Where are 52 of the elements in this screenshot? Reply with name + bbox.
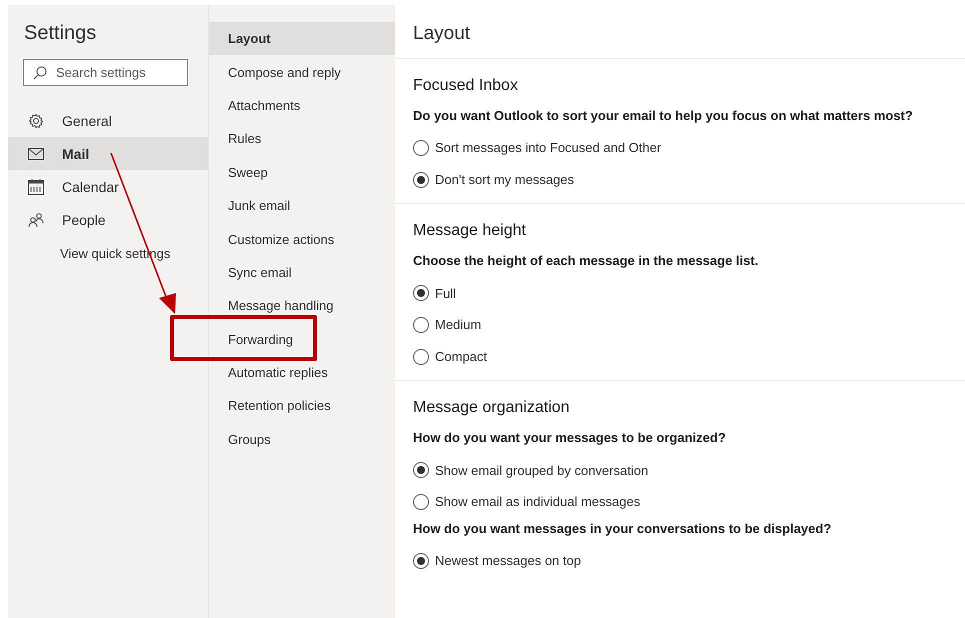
subnav-item[interactable]: Junk email — [209, 188, 395, 222]
search-icon — [33, 66, 47, 80]
question-text: How do you want your messages to be organized? — [413, 430, 726, 446]
subnav-item[interactable]: Compose and reply — [209, 55, 395, 89]
option-label: Newest messages on top — [435, 553, 581, 568]
subnav-item[interactable]: Attachments — [209, 88, 395, 122]
option-label: Don't sort my messages — [435, 172, 574, 188]
radio-button[interactable] — [413, 494, 429, 510]
radio-button[interactable] — [413, 552, 429, 569]
envelope-icon — [28, 148, 44, 160]
subnav-item[interactable]: Customize actions — [209, 222, 395, 256]
people-icon — [28, 212, 44, 226]
settings-icon — [28, 112, 44, 128]
section-heading: Message organization — [413, 398, 571, 418]
pane-title: Layout — [395, 5, 965, 59]
radio-button[interactable] — [413, 348, 429, 365]
subnav-item[interactable]: Rules — [209, 122, 395, 156]
option-label: Show email as individual messages — [435, 494, 640, 510]
settings-title: Settings — [24, 22, 98, 45]
calendar-icon — [28, 178, 44, 194]
section-heading: Focused Inbox — [413, 76, 519, 96]
subnav-item[interactable]: Sweep — [209, 156, 395, 189]
category-label: People — [62, 212, 106, 228]
question-text: How do you want messages in your conversations to be displayed? — [413, 520, 832, 536]
category-item[interactable]: People — [8, 203, 208, 236]
option-label: Full — [435, 286, 456, 301]
subnav-item[interactable]: Retention policies — [209, 389, 395, 423]
question-text: Choose the height of each message in the message list. — [413, 253, 758, 268]
option-label: Sort messages into Focused and Other — [435, 140, 662, 156]
question-text: Do you want Outlook to sort your email to help you focus on what matters most? — [413, 108, 913, 123]
option-label: Medium — [435, 317, 482, 332]
category-label: Mail — [62, 146, 90, 162]
subnav-item[interactable]: Message handling — [209, 289, 395, 323]
category-item[interactable]: Calendar — [8, 170, 208, 203]
option-label: Show email grouped by conversation — [435, 462, 648, 478]
category-item[interactable]: General — [8, 104, 208, 137]
subnav-item[interactable]: Sync email — [209, 256, 395, 290]
radio-button[interactable] — [413, 140, 429, 156]
search-field[interactable]: Search settings — [23, 59, 188, 86]
option-label: Compact — [435, 349, 488, 364]
radio-button[interactable] — [413, 172, 429, 188]
category-item[interactable]: Mail — [8, 137, 208, 170]
category-label: General — [62, 112, 112, 128]
subnav-item[interactable]: Automatic replies — [209, 356, 395, 390]
subnav-item[interactable]: Forwarding — [209, 322, 395, 356]
category-label: Calendar — [62, 178, 119, 194]
radio-button[interactable] — [413, 462, 429, 478]
subnav-item[interactable]: Groups — [209, 422, 395, 456]
radio-button[interactable] — [413, 316, 429, 333]
subnav-item[interactable]: Layout — [209, 22, 395, 56]
radio-button[interactable] — [413, 285, 429, 302]
section-heading: Message height — [413, 221, 527, 242]
